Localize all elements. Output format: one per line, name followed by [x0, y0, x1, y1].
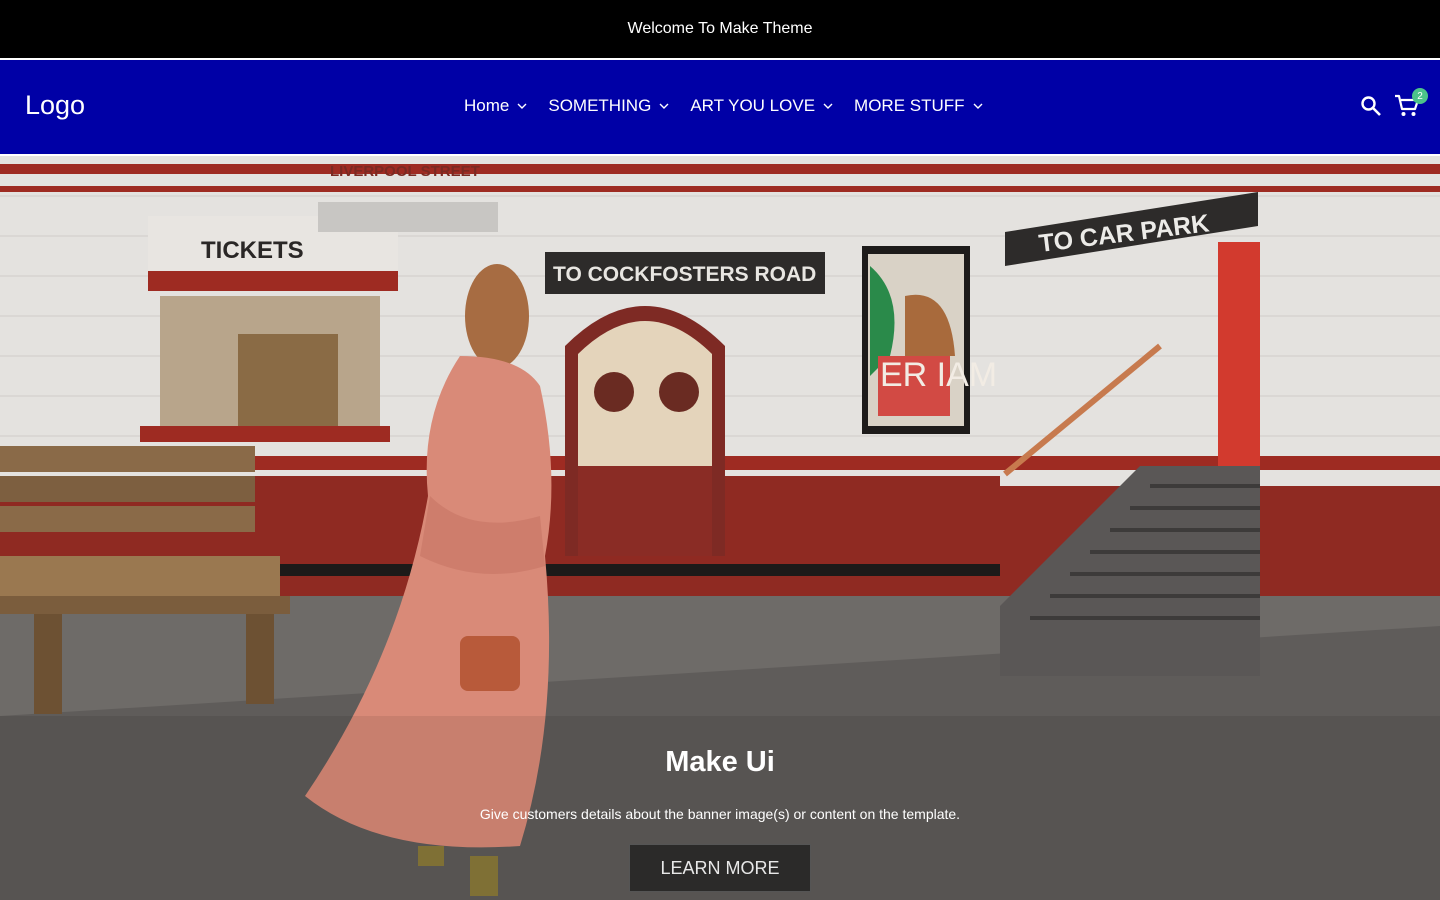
- nav-item-art-you-love[interactable]: ART YOU LOVE: [690, 96, 833, 116]
- nav-item-label: ART YOU LOVE: [690, 96, 816, 115]
- nav-item-label: SOMETHING: [548, 96, 652, 115]
- chevron-down-icon: [823, 103, 833, 110]
- poster-text: ER IAM: [880, 356, 997, 394]
- chevron-down-icon: [973, 103, 983, 110]
- main-nav: Home SOMETHING ART YOU LOVE MORE STUFF: [464, 96, 1004, 116]
- nav-item-home[interactable]: Home: [464, 96, 527, 116]
- announcement-text: Welcome To Make Theme: [627, 20, 813, 37]
- cart-count-badge: 2: [1412, 88, 1428, 104]
- station-sign-text: LIVERPOOL STREET: [330, 163, 480, 180]
- header-icons: 2: [1360, 88, 1428, 118]
- hero-title: Make Ui: [665, 746, 775, 778]
- chevron-down-icon: [517, 103, 527, 110]
- hero-subtitle: Give customers details about the banner …: [479, 806, 961, 822]
- site-header: Logo Home SOMETHING ART YOU LOVE MORE ST…: [0, 58, 1440, 156]
- logo[interactable]: Logo: [25, 90, 85, 121]
- direction-sign-text: TO COCKFOSTERS ROAD: [553, 263, 816, 286]
- hero-banner: TICKETS LIVERPOOL STREET TO COCKFOSTERS …: [0, 156, 1440, 900]
- nav-item-label: Home: [464, 96, 510, 115]
- nav-item-more-stuff[interactable]: MORE STUFF: [854, 96, 983, 116]
- announcement-bar: Welcome To Make Theme: [0, 0, 1440, 58]
- nav-item-something[interactable]: SOMETHING: [548, 96, 669, 116]
- chevron-down-icon: [659, 103, 669, 110]
- nav-item-label: MORE STUFF: [854, 96, 965, 115]
- hero-image: TICKETS LIVERPOOL STREET TO COCKFOSTERS …: [0, 156, 1440, 900]
- search-icon[interactable]: [1360, 95, 1382, 117]
- cart-icon[interactable]: 2: [1394, 88, 1428, 118]
- learn-more-button[interactable]: LEARN MORE: [629, 844, 811, 892]
- tickets-sign-text: TICKETS: [201, 237, 304, 264]
